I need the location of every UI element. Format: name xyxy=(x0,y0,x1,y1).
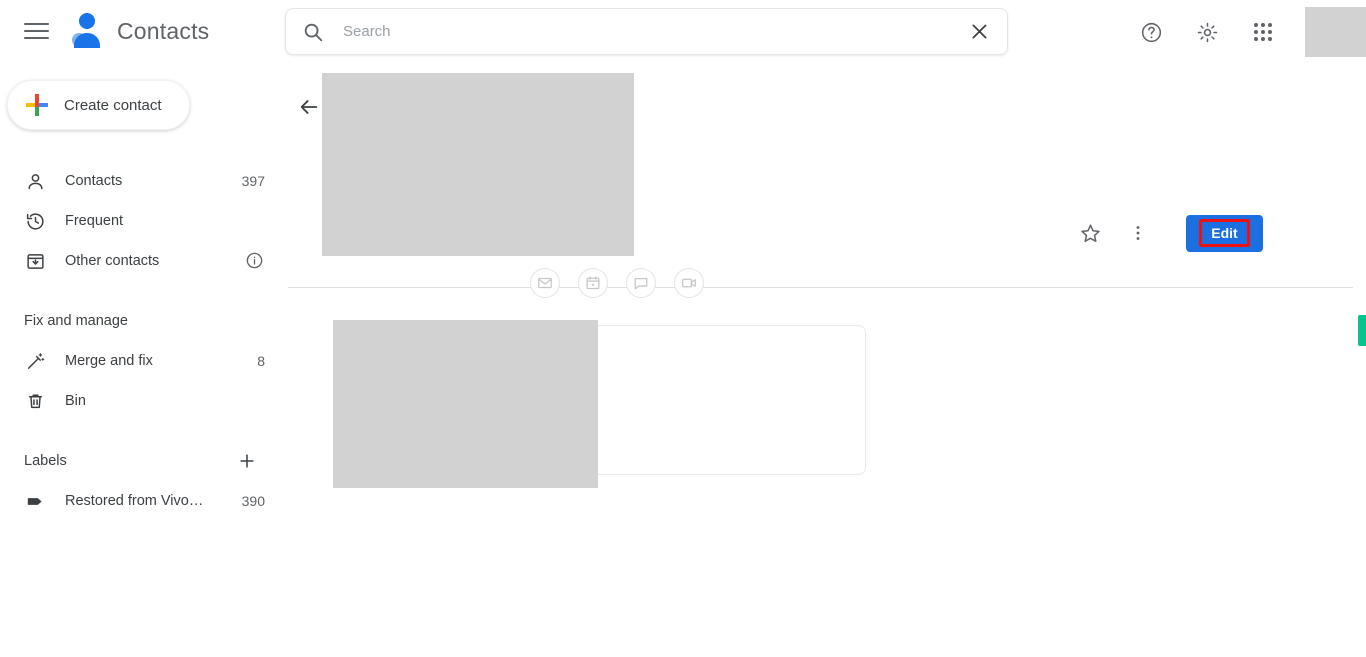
chat-action-button[interactable] xyxy=(626,268,656,298)
sidebar-item-count: 397 xyxy=(241,173,265,189)
page-title: Contacts xyxy=(117,17,210,44)
sidebar-item-count: 390 xyxy=(241,493,265,509)
more-vert-icon[interactable] xyxy=(1118,213,1158,253)
gear-icon[interactable] xyxy=(1187,12,1227,52)
sidebar-item-count: 8 xyxy=(257,353,265,369)
contact-header-actions: Edit xyxy=(1070,213,1263,253)
star-outline-icon[interactable] xyxy=(1070,213,1110,253)
divider xyxy=(288,287,1353,288)
archive-box-icon xyxy=(24,250,46,272)
sidebar-item-label: Merge and fix xyxy=(65,353,153,369)
arrow-left-icon[interactable] xyxy=(292,90,326,124)
contact-header-redacted xyxy=(322,73,634,256)
sidebar-nav: Contacts 397 Frequent Other contacts Fix… xyxy=(0,161,285,521)
email-action-button[interactable] xyxy=(530,268,560,298)
contacts-person-icon xyxy=(70,10,104,52)
edit-button-highlight: Edit xyxy=(1199,219,1250,247)
sidebar-item-merge-and-fix[interactable]: Merge and fix 8 xyxy=(0,341,285,381)
hamburger-menu-icon[interactable] xyxy=(24,20,50,42)
topbar-actions xyxy=(1123,0,1366,64)
sidebar-item-other-contacts[interactable]: Other contacts xyxy=(0,241,285,281)
tag-icon xyxy=(24,490,46,512)
labels-title: Labels xyxy=(24,453,67,469)
search-input[interactable] xyxy=(343,23,959,40)
sidebar-item-label: Other contacts xyxy=(65,253,160,269)
edit-button-label: Edit xyxy=(1211,225,1238,241)
info-circle-icon[interactable] xyxy=(245,251,265,271)
magic-wand-icon xyxy=(24,350,46,372)
status-indicator xyxy=(1358,315,1366,346)
fix-and-manage-header: Fix and manage xyxy=(0,307,285,335)
avatar[interactable] xyxy=(1305,7,1366,57)
edit-button[interactable]: Edit xyxy=(1186,214,1263,252)
search-icon xyxy=(302,21,324,43)
help-circle-icon[interactable] xyxy=(1131,12,1171,52)
sidebar-item-label: Contacts xyxy=(65,173,123,189)
sidebar-item-frequent[interactable]: Frequent xyxy=(0,201,285,241)
contact-detail-pane: Edit xyxy=(285,64,1366,657)
quick-actions-row xyxy=(288,268,1353,308)
create-contact-button[interactable]: Create contact xyxy=(7,80,190,130)
search-bar[interactable] xyxy=(285,8,1008,55)
sidebar-item-contacts[interactable]: Contacts 397 xyxy=(0,161,285,201)
top-app-bar: Contacts xyxy=(0,0,1366,64)
sidebar-item-label: Bin xyxy=(65,393,86,409)
plus-icon xyxy=(24,92,50,118)
sidebar-item-label-restored[interactable]: Restored from Vivo… 390 xyxy=(0,481,285,521)
sidebar-item-label: Frequent xyxy=(65,213,124,229)
quick-action-chips xyxy=(530,268,704,298)
history-clock-icon xyxy=(24,210,46,232)
app-brand: Contacts xyxy=(70,10,209,52)
fix-and-manage-title: Fix and manage xyxy=(24,313,128,329)
trash-bin-icon xyxy=(24,390,46,412)
apps-grid-icon[interactable] xyxy=(1243,12,1283,52)
contact-details-redacted xyxy=(333,320,598,488)
person-outline-icon xyxy=(24,170,46,192)
sidebar-item-bin[interactable]: Bin xyxy=(0,381,285,421)
close-icon[interactable] xyxy=(959,12,999,52)
sidebar-item-label: Restored from Vivo… xyxy=(65,493,204,509)
create-contact-label: Create contact xyxy=(64,96,162,114)
calendar-action-button[interactable] xyxy=(578,268,608,298)
plus-icon[interactable] xyxy=(235,449,259,473)
sidebar: Create contact Contacts 397 Frequent Oth… xyxy=(0,64,285,657)
labels-header: Labels xyxy=(0,447,285,475)
video-call-action-button[interactable] xyxy=(674,268,704,298)
